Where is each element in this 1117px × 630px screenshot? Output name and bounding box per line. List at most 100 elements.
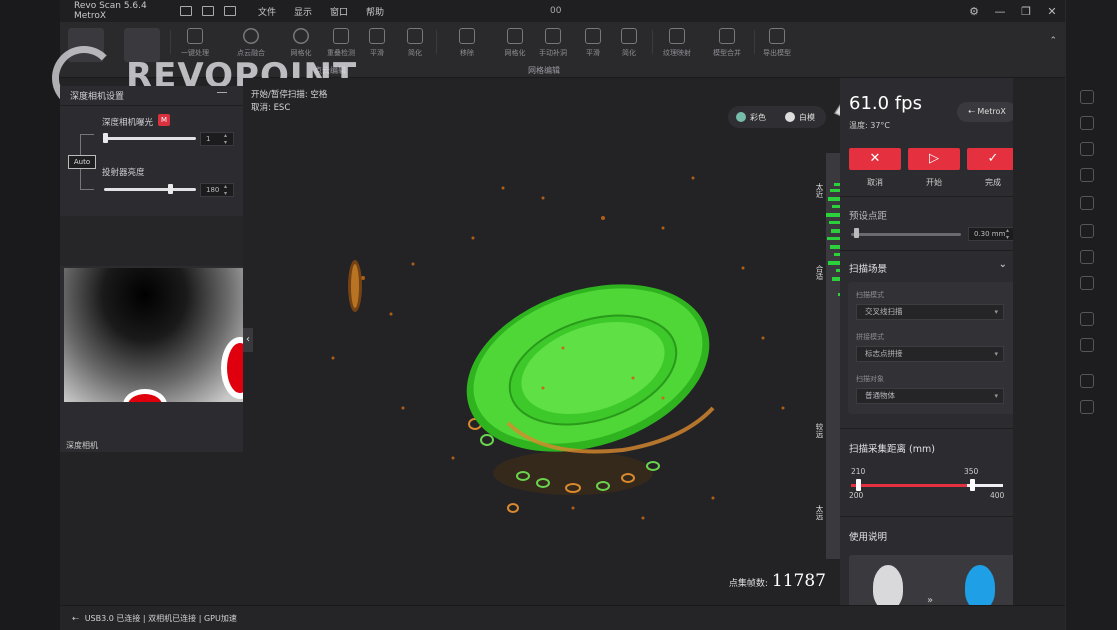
exposure-label: 深度相机曝光 (102, 118, 154, 128)
tool-overlap[interactable]: 重叠检测 (322, 26, 360, 58)
scan-mode-select[interactable]: 交叉线扫描 (856, 304, 1004, 320)
cancel-scan-button[interactable]: ✕ (849, 148, 901, 170)
menu-file[interactable]: 文件 (258, 5, 276, 18)
menu-help[interactable]: 帮助 (366, 5, 384, 18)
device-switch-button[interactable]: ⇠ MetroX (957, 102, 1013, 122)
laser-input[interactable]: 180 (200, 183, 234, 197)
close-button[interactable]: ✕ (1039, 5, 1065, 18)
depth-preview-label: 深度相机 (66, 441, 98, 450)
tool-fusion[interactable]: 点云融合 (232, 26, 270, 58)
cancel-label: 取消 (867, 178, 883, 187)
point-distance-input[interactable]: 0.30 mm (968, 227, 1013, 241)
app-title: Revo Scan 5.6.4 MetroX (74, 1, 147, 21)
guide-label: 使用说明 (849, 532, 888, 543)
range-high-handle[interactable] (970, 479, 975, 491)
menu-view[interactable]: 显示 (294, 5, 312, 18)
side-tool-icon[interactable] (1080, 142, 1094, 156)
finish-label: 完成 (985, 178, 1001, 187)
tool-simplify-2[interactable]: 简化 (610, 26, 648, 58)
point-cloud-render (331, 176, 785, 520)
divider (840, 250, 1013, 251)
scan-range-label: 扫描采集距离 (mm) (849, 444, 935, 455)
tool-one-click[interactable]: 一键处理 (176, 26, 214, 58)
exposure-slider-handle[interactable] (102, 133, 108, 143)
home-icon[interactable] (180, 6, 192, 16)
mode-white-option[interactable]: 白模 (777, 112, 826, 123)
frame-counter-value: 11787 (771, 571, 826, 591)
wand-icon (187, 28, 203, 44)
settings-icon[interactable]: ⚙ (961, 5, 987, 18)
status-text: USB3.0 已连接 | 双相机已连接 | GPU加速 (84, 613, 237, 623)
tool-fill-holes[interactable]: 手动补洞 (534, 26, 572, 58)
remove-icon (459, 28, 475, 44)
side-tool-icon[interactable] (1080, 276, 1094, 290)
minimize-button[interactable]: — (987, 5, 1013, 18)
undo-icon[interactable] (1080, 374, 1094, 388)
scan-settings-group: 扫描模式 交叉线扫描 拼接模式 标志点拼接 扫描对象 普通物体 (848, 282, 1013, 414)
mode-color-option[interactable]: 彩色 (728, 112, 777, 123)
tool-smooth-2[interactable]: 平滑 (574, 26, 612, 58)
render-mode-toggle[interactable]: 彩色 白模 (728, 106, 826, 128)
point-distance-slider[interactable] (851, 233, 961, 236)
start-scan-button[interactable]: ▷ (908, 148, 960, 170)
side-tool-icon[interactable] (1080, 250, 1094, 264)
collapse-toolbar-icon[interactable]: ⌃ (1049, 36, 1057, 46)
side-tool-icon[interactable] (1080, 196, 1094, 210)
maximize-button[interactable]: ❐ (1013, 5, 1039, 18)
side-tool-icon[interactable] (1080, 338, 1094, 352)
side-tool-icon[interactable] (1080, 224, 1094, 238)
redo-icon[interactable] (1080, 400, 1094, 414)
laser-slider-handle[interactable] (168, 184, 174, 194)
side-tool-icon[interactable] (1080, 116, 1094, 130)
laser-slider[interactable] (104, 188, 196, 191)
histogram-zone-label: 太近 (815, 183, 824, 198)
usage-guide-card[interactable]: » (849, 555, 1013, 605)
exposure-slider[interactable] (104, 137, 196, 140)
histogram-zone-label: 太远 (815, 505, 824, 520)
auto-toggle[interactable]: Auto (68, 155, 96, 169)
side-tool-icon[interactable] (1080, 312, 1094, 326)
tool-texture[interactable]: 纹理映射 (658, 26, 696, 58)
object-select[interactable]: 普通物体 (856, 388, 1004, 404)
range-low-handle[interactable] (856, 479, 861, 491)
tool-remove[interactable]: 移除 (448, 26, 486, 58)
minimize-icon[interactable] (217, 92, 227, 93)
chevron-down-icon[interactable]: ⌄ (999, 259, 1007, 270)
point-distance-handle[interactable] (854, 228, 859, 238)
range-high-value: 350 (964, 467, 979, 476)
scan-control-panel: 61.0 fps 温度: 37°C ⇠ MetroX ✕ ▷ ✓ 取消 开始 完… (840, 78, 1013, 605)
side-tool-icon[interactable] (1080, 90, 1094, 104)
tool-export[interactable]: 导出模型 (758, 26, 796, 58)
depth-camera-panel: 深度相机设置 深度相机曝光 M 1 Auto 投射器亮度 180 深度相机 (60, 86, 243, 452)
color-mode-icon (736, 112, 746, 122)
left-desktop-strip (0, 0, 60, 630)
collapse-left-panel-button[interactable]: ‹ (243, 328, 253, 352)
3d-viewport[interactable]: 开始/暂停扫描: 空格 取消: ESC ‹ 彩色 白模 太近 合适 较远 太远 … (243, 78, 878, 605)
tool-mesh[interactable]: 网格化 (282, 26, 320, 58)
tool-mesh-2[interactable]: 网格化 (496, 26, 534, 58)
temperature-readout: 温度: 37°C (849, 121, 891, 130)
smooth-icon (369, 28, 385, 44)
tool-smooth[interactable]: 平滑 (358, 26, 396, 58)
panel-header: 深度相机设置 (60, 86, 243, 106)
usb-icon: ⇠ (72, 613, 79, 623)
tool-merge[interactable]: 模型合并 (708, 26, 746, 58)
manual-badge[interactable]: M (158, 114, 170, 126)
menu-window[interactable]: 窗口 (330, 5, 348, 18)
merge-icon (719, 28, 735, 44)
statue-image (873, 565, 903, 605)
exposure-input[interactable]: 1 (200, 132, 234, 146)
overlap-icon (333, 28, 349, 44)
folder-icon[interactable] (224, 6, 236, 16)
import-icon[interactable] (202, 6, 214, 16)
scan-mode-label: 扫描模式 (856, 291, 884, 299)
scan-result-image (965, 565, 995, 605)
side-tool-icon[interactable] (1080, 168, 1094, 182)
arrow-icon: » (927, 595, 934, 605)
toolbar-divider (754, 30, 755, 54)
tracking-select[interactable]: 标志点拼接 (856, 346, 1004, 362)
finish-scan-button[interactable]: ✓ (967, 148, 1013, 170)
fill-hole-icon (545, 28, 561, 44)
scan-settings-label: 扫描场景 (849, 264, 888, 275)
tool-simplify[interactable]: 简化 (396, 26, 434, 58)
